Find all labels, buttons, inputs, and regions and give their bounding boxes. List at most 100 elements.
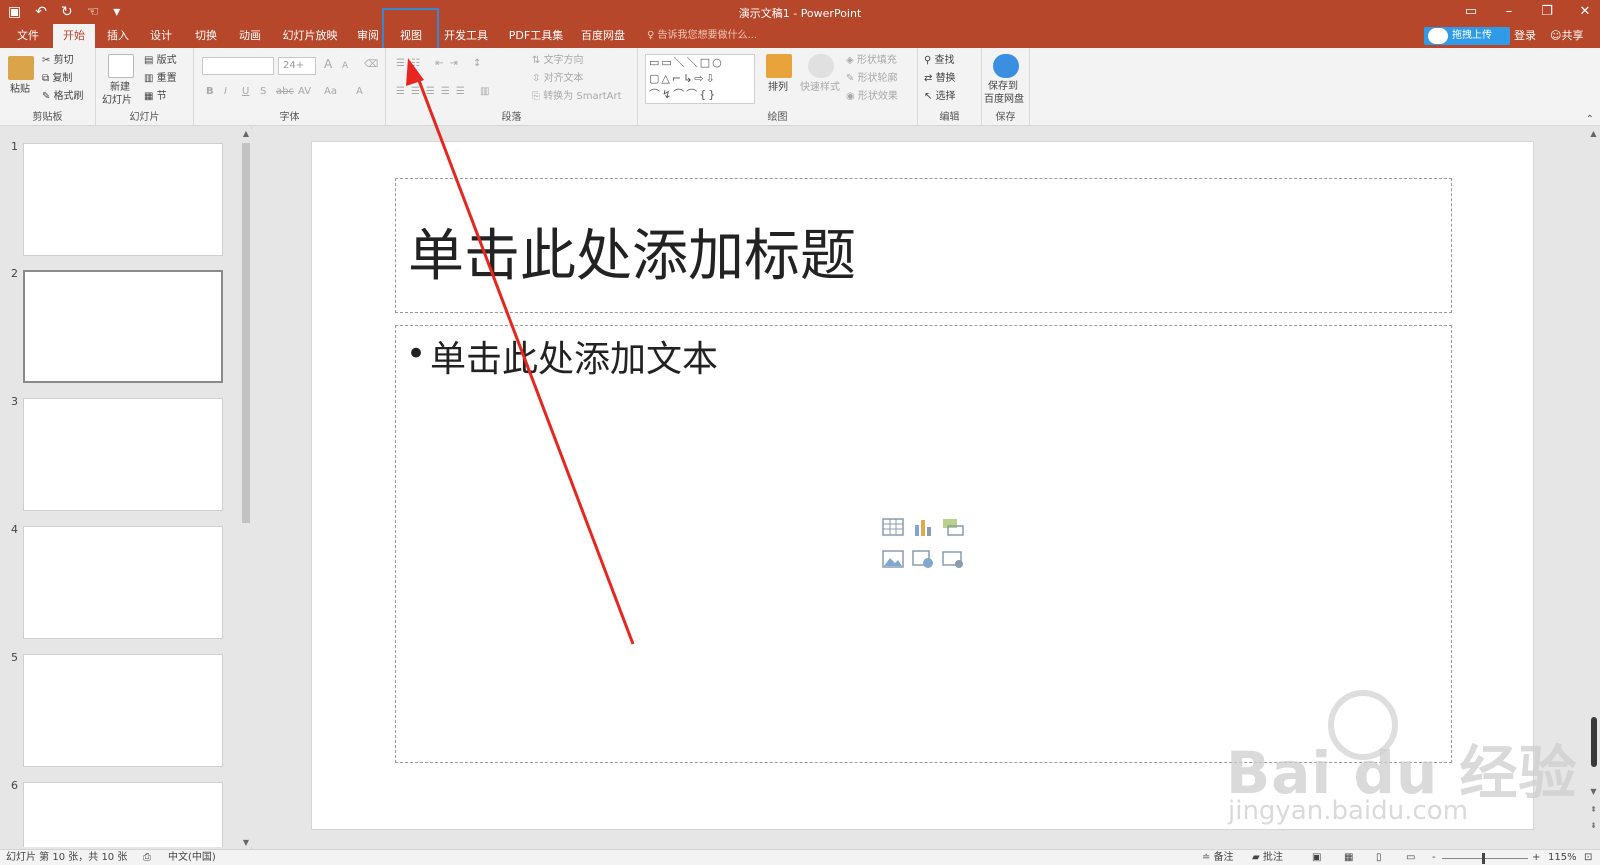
scrollbar-thumb[interactable] — [242, 143, 250, 523]
tab-home[interactable]: 开始 — [53, 24, 95, 48]
select-button[interactable]: ↖ 选择 — [924, 89, 956, 104]
list-buttons[interactable]: ☰☷ ⇤⇥ ↕ — [396, 56, 487, 71]
normal-view-icon[interactable]: ▣ — [1312, 851, 1321, 865]
smartart-label: 转换为 SmartArt — [543, 91, 622, 102]
spell-check-icon[interactable]: ⎙ — [143, 851, 151, 865]
insert-chart-icon[interactable] — [912, 517, 934, 537]
grow-font-button[interactable]: A — [324, 57, 332, 72]
insert-smartart-icon[interactable] — [942, 517, 964, 537]
tab-insert[interactable]: 插入 — [100, 24, 136, 48]
tab-developer[interactable]: 开发工具 — [440, 24, 492, 48]
collapse-ribbon-icon[interactable]: ⌃ — [1586, 114, 1594, 125]
fit-to-window-icon[interactable]: ⊡ — [1584, 851, 1592, 865]
editing-group-label: 编辑 — [939, 112, 960, 123]
zoom-in-button[interactable]: + — [1532, 851, 1540, 865]
tab-review[interactable]: 审阅 — [350, 24, 386, 48]
align-text-button[interactable]: ⇳ 对齐文本 — [532, 71, 584, 86]
comments-button[interactable]: ▰ 批注 — [1252, 851, 1283, 865]
italic-button[interactable]: I — [224, 84, 227, 99]
shapes-gallery[interactable]: ▭▭＼＼□○ ▢△⌐↳⇨⇩ ⌒↯⌒⌒{} — [645, 54, 755, 104]
minimize-icon[interactable]: – — [1502, 1, 1516, 23]
tab-pdf-tools[interactable]: PDF工具集 — [506, 24, 566, 48]
insert-picture-icon[interactable] — [882, 549, 904, 569]
insert-video-icon[interactable] — [942, 549, 964, 569]
zoom-slider-knob[interactable] — [1482, 853, 1485, 864]
format-painter-button[interactable]: ✎ 格式刷 — [42, 89, 84, 104]
upload-button[interactable]: 拖拽上传 — [1424, 27, 1510, 45]
scroll-up-icon[interactable]: ▲ — [1587, 129, 1600, 138]
close-icon[interactable]: ✕ — [1578, 1, 1592, 23]
shadow-button[interactable]: S — [260, 84, 266, 99]
reading-view-icon[interactable]: ▯ — [1376, 851, 1382, 865]
scroll-down-icon[interactable]: ▼ — [240, 838, 252, 847]
shrink-font-button[interactable]: A — [342, 59, 348, 74]
slide-thumbnail[interactable] — [23, 526, 223, 639]
slide-sorter-icon[interactable]: ▦ — [1344, 851, 1353, 865]
cut-button[interactable]: ✂ 剪切 — [42, 53, 74, 68]
new-slide-icon[interactable] — [108, 54, 134, 78]
copy-button[interactable]: ⧉ 复制 — [42, 71, 72, 86]
restore-icon[interactable]: ❐ — [1540, 1, 1554, 23]
notes-button[interactable]: ≐ 备注 — [1202, 851, 1234, 865]
shape-outline-button[interactable]: ✎ 形状轮廓 — [846, 71, 898, 86]
char-spacing-button[interactable]: AV — [298, 84, 311, 99]
tab-transitions[interactable]: 切换 — [188, 24, 224, 48]
slide-thumbnail[interactable] — [23, 654, 223, 767]
tell-me-box[interactable]: ♀ 告诉我您想要做什么... — [647, 24, 757, 48]
shape-effects-button[interactable]: ◉ 形状效果 — [846, 89, 898, 104]
slide-thumbnail-selected[interactable] — [23, 270, 223, 383]
slide-thumbnail[interactable] — [23, 782, 223, 847]
thumbnail-scrollbar[interactable]: ▲ ▼ — [240, 129, 252, 847]
baidu-netdisk-icon[interactable] — [993, 54, 1019, 78]
save-to-label-2[interactable]: 百度网盘 — [984, 92, 1024, 107]
smartart-button[interactable]: ⎘ 转换为 SmartArt — [532, 89, 622, 104]
arrange-icon[interactable] — [766, 54, 792, 78]
paste-button[interactable]: 粘贴 — [10, 82, 30, 97]
find-button[interactable]: ⚲ 查找 — [924, 53, 955, 68]
login-link[interactable]: 登录 — [1514, 24, 1536, 48]
text-direction-button[interactable]: ⇅ 文字方向 — [532, 53, 584, 68]
font-name-input[interactable] — [202, 57, 274, 75]
layout-button[interactable]: ▤ 版式 — [144, 53, 177, 68]
previous-slide-icon[interactable]: ⇞ — [1587, 805, 1600, 814]
scroll-down-icon[interactable]: ▼ — [1587, 787, 1600, 796]
paste-icon[interactable] — [8, 56, 34, 80]
tab-animations[interactable]: 动画 — [232, 24, 268, 48]
arrange-button[interactable]: 排列 — [768, 80, 788, 95]
bold-button[interactable]: B — [206, 84, 214, 99]
quick-styles-button[interactable]: 快速样式 — [800, 80, 840, 95]
editor-scrollbar[interactable]: ▲ ▼ ⇞ ⇟ — [1587, 127, 1600, 849]
scroll-up-icon[interactable]: ▲ — [240, 129, 252, 138]
zoom-level[interactable]: 115% — [1548, 851, 1577, 865]
quick-styles-icon[interactable] — [808, 54, 834, 78]
font-color-button[interactable]: A — [356, 84, 363, 99]
tab-design[interactable]: 设计 — [143, 24, 179, 48]
new-slide-label-2[interactable]: 幻灯片 — [102, 93, 132, 108]
language-indicator[interactable]: 中文(中国) — [168, 851, 216, 865]
tab-file[interactable]: 文件 — [10, 24, 46, 48]
replace-button[interactable]: ⇄ 替换 — [924, 71, 956, 86]
next-slide-icon[interactable]: ⇟ — [1587, 821, 1600, 830]
insert-online-picture-icon[interactable] — [912, 549, 934, 569]
align-buttons[interactable]: ☰☰☰☰☰ ▥ — [396, 84, 495, 99]
slide-thumbnail[interactable] — [23, 143, 223, 256]
tab-baidu-netdisk[interactable]: 百度网盘 — [577, 24, 629, 48]
title-placeholder[interactable]: 单击此处添加标题 — [395, 178, 1452, 313]
section-button[interactable]: ▦ 节 — [144, 89, 167, 104]
shape-fill-button[interactable]: ◈ 形状填充 — [846, 53, 897, 68]
zoom-slider[interactable] — [1442, 858, 1528, 859]
font-size-input[interactable]: 24+ — [278, 57, 316, 75]
ribbon-display-icon[interactable]: ▭ — [1464, 1, 1478, 23]
tab-slideshow[interactable]: 幻灯片放映 — [278, 24, 342, 48]
insert-table-icon[interactable] — [882, 517, 904, 537]
strikethrough-button[interactable]: abc — [276, 84, 294, 99]
reset-button[interactable]: ▥ 重置 — [144, 71, 177, 86]
slide-thumbnail[interactable] — [23, 398, 223, 511]
zoom-out-button[interactable]: - — [1432, 851, 1436, 865]
scrollbar-thumb[interactable] — [1591, 717, 1597, 767]
underline-button[interactable]: U — [242, 84, 249, 99]
change-case-button[interactable]: Aa — [324, 84, 337, 99]
clear-format-icon[interactable]: ⌫ — [364, 57, 378, 72]
slideshow-icon[interactable]: ▭ — [1406, 851, 1415, 865]
share-button[interactable]: ☺共享 — [1550, 24, 1583, 48]
